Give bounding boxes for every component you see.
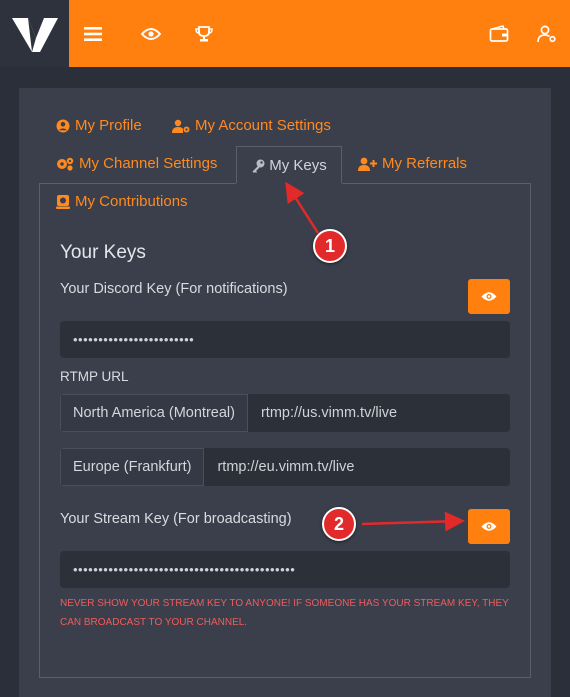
- annotation-arrows: [285, 181, 465, 532]
- step-marker-2: 2: [322, 507, 356, 541]
- step-marker-1: 1: [313, 229, 347, 263]
- arrow-2: [361, 511, 465, 532]
- arrow-1: [285, 181, 320, 234]
